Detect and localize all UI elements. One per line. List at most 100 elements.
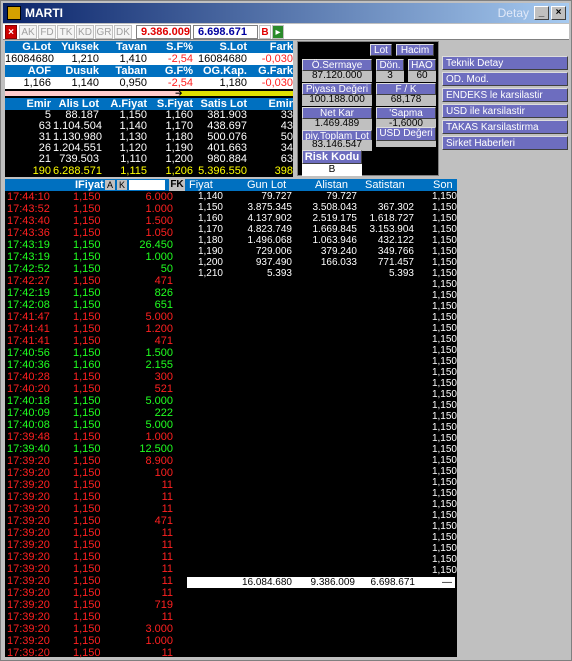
trade-row: 17:40:18 1,150 5.000 [5,395,187,407]
son-cell: 1,150 [431,521,457,532]
risk-kodu-button[interactable]: Risk Kodu [302,150,362,164]
son-cell: 1,150 [431,488,457,499]
trade-lot: 300 [154,371,173,383]
trade-lot: 1.500 [145,347,173,359]
main-window: MARTI Detay _ × × AK FD TK KD GR DK 9.386.009… [0,0,572,661]
trade-row: 17:39:20 1,150 11 [5,479,187,491]
trade-price: 1,150 [73,575,101,587]
book-cell: 63 [280,153,293,165]
trade-row: 17:43:52 1,150 1.000 [5,203,187,215]
trade-row: 17:39:20 1,150 11 [5,647,187,659]
depth-cell: 1,140 [197,191,223,202]
link-0[interactable]: Teknik Detay [442,56,568,70]
depth-header-0[interactable]: Fiyat [189,179,213,191]
trade-row: 17:41:47 1,150 5.000 [5,311,187,323]
usd-degeri-button[interactable]: USD Değeri [376,127,436,141]
trade-time: 17:39:48 [7,431,50,443]
trade-lot: 1.000 [145,203,173,215]
tab-fd[interactable]: FD [38,25,56,39]
trade-lot: 471 [154,335,173,347]
title-bar[interactable]: MARTI Detay _ × [3,3,569,23]
summary-value2-1: 1,140 [71,77,99,89]
summary-header2-4: OG.Kap. [202,65,247,77]
depth-cell: 79.727 [326,191,357,202]
depth-cell: 3.153.904 [369,224,415,235]
trade-row: 17:43:40 1,150 1.500 [5,215,187,227]
trade-lot: 1.050 [145,227,173,239]
trade-lot: 11 [161,563,173,575]
fk-button[interactable]: FK [169,179,185,191]
trade-price: 1,150 [73,383,101,395]
depth-cell: 79.727 [261,191,292,202]
link-1[interactable]: OD. Mod. [442,72,568,86]
summary-header2-5: G.Fark [258,65,293,77]
depth-cell: 1,170 [197,224,223,235]
link-3[interactable]: USD ile karsilastir [442,104,568,118]
toolbar: × AK FD TK KD GR DK 9.386.009 6.698.671 B ▸ [3,24,569,40]
trade-lot: 11 [161,587,173,599]
link-5[interactable]: Sirket Haberleri [442,136,568,150]
close-button[interactable]: × [551,6,566,20]
hacim-button[interactable]: Hacim [396,44,434,56]
trade-row: 17:40:56 1,150 1.500 [5,347,187,359]
trade-price: 1,150 [73,479,101,491]
trade-price: 1,150 [73,191,101,203]
arrow-right-icon[interactable]: ▸ [272,25,284,39]
depth-header-4[interactable]: Son [433,179,453,191]
info-panel: Lot Hacim Ö.Sermaye 87.120.000 Dön. 3 HA… [297,41,439,176]
son-cell: 1,150 [431,378,457,389]
summary-header1-1: Yuksek [61,41,99,53]
son-cell: 1,150 [431,499,457,510]
trade-lot: 1.500 [145,215,173,227]
depth-header: Fiyat Gun Lot Alistan Satistan Son [187,179,457,191]
trade-price: 1,150 [73,599,101,611]
trade-row: 17:44:10 1,150 6.000 [5,191,187,203]
summary-value1-3: -2,54 [167,53,193,65]
close-small-icon[interactable]: × [5,25,17,39]
risk-kodu-value: B [302,164,362,176]
window-title: MARTI [25,6,63,20]
trade-time: 17:40:08 [7,419,50,431]
tab-gr[interactable]: GR [95,25,113,39]
link-2[interactable]: ENDEKS le karsilastir [442,88,568,102]
a-sort-button[interactable]: A [105,180,115,190]
depth-header-2[interactable]: Alistan [315,179,348,191]
filter-input[interactable] [129,180,165,190]
trade-row: 17:39:20 1,150 471 [5,515,187,527]
depth-cell: 1.063.946 [312,235,358,246]
b-button[interactable]: B [259,25,271,39]
lot-button[interactable]: Lot [370,44,392,56]
k-sort-button[interactable]: K [117,180,127,190]
price-depth-table: Fiyat Gun Lot Alistan Satistan Son 1,140 79.7… [187,179,457,657]
fiyat-header[interactable]: IFiyat [75,179,104,191]
trade-time: 17:39:20 [7,551,50,563]
depth-row: 1,200 937.490 166.033 771.457 [187,257,457,268]
trade-lot: 11 [161,503,173,515]
son-cell: 1,150 [431,202,457,213]
trade-time: 17:44:10 [7,191,50,203]
minimize-button[interactable]: _ [534,6,549,20]
son-cell: 1,150 [431,411,457,422]
book-cell: 1,110 [120,153,147,165]
tab-tk[interactable]: TK [57,25,75,39]
depth-total-0: 16.084.680 [241,577,292,588]
trade-lot: 11 [161,611,173,623]
trade-price: 1,150 [73,515,101,527]
son-cell: 1,150 [431,301,457,312]
book-row: 21 739.503 1,110 1,200 980.884 63 [5,154,293,165]
tab-kd[interactable]: KD [76,25,94,39]
trade-lot: 2.155 [145,359,173,371]
tab-dk[interactable]: DK [114,25,132,39]
link-4[interactable]: TAKAS Karsilastirma [442,120,568,134]
depth-cell: 432.122 [377,235,414,246]
son-cell: 1,150 [431,268,457,279]
depth-header-1[interactable]: Gun Lot [247,179,286,191]
depth-header-3[interactable]: Satistan [365,179,405,191]
tab-ak[interactable]: AK [19,25,37,39]
summary-header1-3: S.F% [166,41,193,53]
trade-price: 1,160 [73,359,101,371]
trade-row: 17:39:20 1,150 719 [5,599,187,611]
trade-price: 1,150 [73,611,101,623]
son-cell: 1,150 [431,290,457,301]
depth-cell: 1.669.845 [312,224,358,235]
